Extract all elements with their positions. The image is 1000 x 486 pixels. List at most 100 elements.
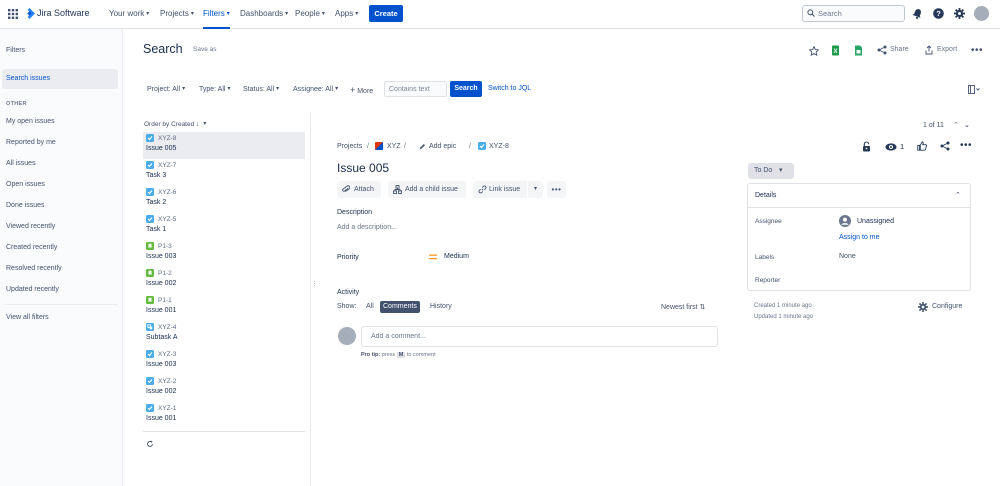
sidebar-section-header: OTHER [6, 101, 27, 107]
issue-more-icon[interactable]: ••• [960, 140, 972, 151]
comment-field[interactable] [361, 326, 718, 347]
issue-title[interactable]: Issue 005 [337, 161, 389, 175]
priority-medium-icon [429, 254, 437, 260]
sidebar-item-search-issues-label[interactable]: Search issues [6, 75, 50, 82]
contains-text-input[interactable] [385, 82, 446, 96]
assignee-value[interactable]: Unassigned [857, 218, 894, 225]
help-icon[interactable]: ? [933, 8, 944, 19]
list-item[interactable]: XYZ-7 Task 3 [143, 159, 305, 186]
sidebar-item-all-issues[interactable]: All issues [6, 160, 36, 167]
list-item[interactable]: XYZ-4 Subtask A [143, 321, 305, 348]
settings-gear-icon[interactable] [954, 8, 965, 19]
description-field[interactable]: Add a description... [337, 224, 397, 231]
link-issue-button[interactable]: Link issue [473, 181, 527, 198]
issue-key: XYZ-8 [158, 135, 177, 142]
watch-count[interactable]: 1 [900, 142, 904, 151]
list-item[interactable]: XYZ-2 Issue 002 [143, 375, 305, 402]
resize-handle-icon[interactable]: ⋮ [311, 280, 318, 288]
sidebar-item-reported-by-me[interactable]: Reported by me [6, 139, 56, 146]
project-avatar-icon [375, 142, 383, 150]
share-button[interactable]: Share [890, 46, 909, 53]
breadcrumb-projects[interactable]: Projects [337, 143, 362, 150]
breadcrumb-issue-key[interactable]: XYZ-8 [489, 143, 509, 150]
nav-projects[interactable]: Projects ▾ [160, 9, 194, 18]
sidebar-view-all-filters[interactable]: View all filters [6, 314, 49, 321]
list-item[interactable]: XYZ-6 Task 2 [143, 186, 305, 213]
comment-input[interactable] [362, 327, 717, 346]
sidebar-item-my-open-issues[interactable]: My open issues [6, 118, 55, 125]
pager-prev-icon[interactable]: ⌃ [953, 121, 959, 129]
share-icon[interactable] [877, 45, 887, 55]
labels-value[interactable]: None [839, 253, 856, 260]
filter-more[interactable]: + More [350, 85, 373, 95]
nav-dashboards[interactable]: Dashboards ▾ [240, 9, 288, 18]
save-as-button[interactable]: Save as [193, 46, 217, 53]
lock-icon[interactable] [862, 141, 871, 152]
layout-switcher-icon[interactable] [968, 85, 980, 94]
nav-your-work[interactable]: Your work ▾ [109, 9, 149, 18]
tab-comments[interactable]: Comments [380, 301, 420, 313]
sidebar-item-viewed-recently[interactable]: Viewed recently [6, 223, 55, 230]
global-search-input[interactable] [818, 8, 900, 19]
more-options-icon[interactable]: ••• [971, 45, 983, 56]
task-icon [146, 134, 154, 142]
watch-eye-icon[interactable] [885, 143, 897, 151]
list-item[interactable]: P1-2 Issue 002 [143, 267, 305, 294]
svg-text:?: ? [936, 9, 941, 18]
filter-assignee[interactable]: Assignee: All ▾ [293, 85, 338, 93]
nav-apps[interactable]: Apps ▾ [335, 9, 358, 18]
like-icon[interactable] [917, 141, 927, 151]
global-search[interactable] [802, 5, 905, 22]
app-switcher-icon[interactable] [8, 9, 18, 19]
story-icon [146, 269, 154, 277]
attach-button[interactable]: Attach [337, 181, 381, 198]
list-item[interactable]: P1-3 Issue 003 [143, 240, 305, 267]
google-sheets-icon[interactable] [854, 45, 863, 56]
export-icon[interactable] [924, 45, 934, 55]
star-icon[interactable] [809, 46, 819, 56]
assign-to-me-link[interactable]: Assign to me [839, 234, 879, 241]
order-by-dropdown[interactable]: Order by Created ↓ ▾ [144, 120, 206, 128]
filter-project[interactable]: Project: All ▾ [147, 85, 185, 93]
app-name[interactable]: Jira Software [37, 8, 90, 18]
filter-type[interactable]: Type: All ▾ [199, 85, 230, 93]
configure-button[interactable]: Configure [932, 303, 962, 310]
link-issue-dropdown-icon[interactable]: ▾ [528, 181, 543, 198]
collapse-chevron-icon[interactable]: ⌃ [955, 191, 961, 199]
jira-logo-icon[interactable] [24, 8, 35, 19]
switch-to-jql-link[interactable]: Switch to JQL [488, 85, 531, 92]
status-dropdown[interactable]: To Do ▾ [748, 163, 794, 179]
sort-order-toggle[interactable]: Newest first ⇅ [661, 303, 705, 311]
sidebar-item-updated-recently[interactable]: Updated recently [6, 286, 59, 293]
breadcrumb-project[interactable]: XYZ [387, 143, 401, 150]
pager-next-icon[interactable]: ⌄ [964, 121, 970, 129]
export-button[interactable]: Export [937, 46, 957, 53]
list-item[interactable]: XYZ-3 Issue 003 [143, 348, 305, 375]
search-button[interactable]: Search [450, 81, 482, 97]
add-epic-link[interactable]: Add epic [429, 143, 456, 150]
list-item[interactable]: XYZ-1 Issue 001 [143, 402, 305, 429]
list-item[interactable]: XYZ-8 Issue 005 [143, 132, 305, 159]
list-item[interactable]: P1-1 Issue 001 [143, 294, 305, 321]
user-avatar[interactable] [974, 6, 989, 21]
configure-gear-icon[interactable] [918, 302, 928, 312]
more-actions-icon[interactable]: ••• [547, 181, 566, 198]
tab-history[interactable]: History [427, 301, 455, 313]
add-child-issue-button[interactable]: Add a child issue [388, 181, 466, 198]
sidebar-item-resolved-recently[interactable]: Resolved recently [6, 265, 62, 272]
contains-text-field[interactable] [384, 81, 447, 97]
list-item[interactable]: XYZ-5 Task 1 [143, 213, 305, 240]
share-icon[interactable] [940, 141, 950, 151]
sidebar-item-done-issues[interactable]: Done issues [6, 202, 45, 209]
excel-icon[interactable]: X [831, 45, 840, 56]
refresh-icon[interactable] [146, 440, 154, 448]
nav-people[interactable]: People ▾ [295, 9, 325, 18]
tab-all[interactable]: All [363, 301, 377, 313]
nav-filters[interactable]: Filters ▾ [203, 9, 230, 29]
sidebar-item-open-issues[interactable]: Open issues [6, 181, 45, 188]
priority-value[interactable]: Medium [444, 253, 469, 260]
filter-status[interactable]: Status: All ▾ [243, 85, 279, 93]
create-button[interactable]: Create [369, 5, 403, 22]
sidebar-item-created-recently[interactable]: Created recently [6, 244, 57, 251]
notifications-icon[interactable] [912, 8, 923, 19]
